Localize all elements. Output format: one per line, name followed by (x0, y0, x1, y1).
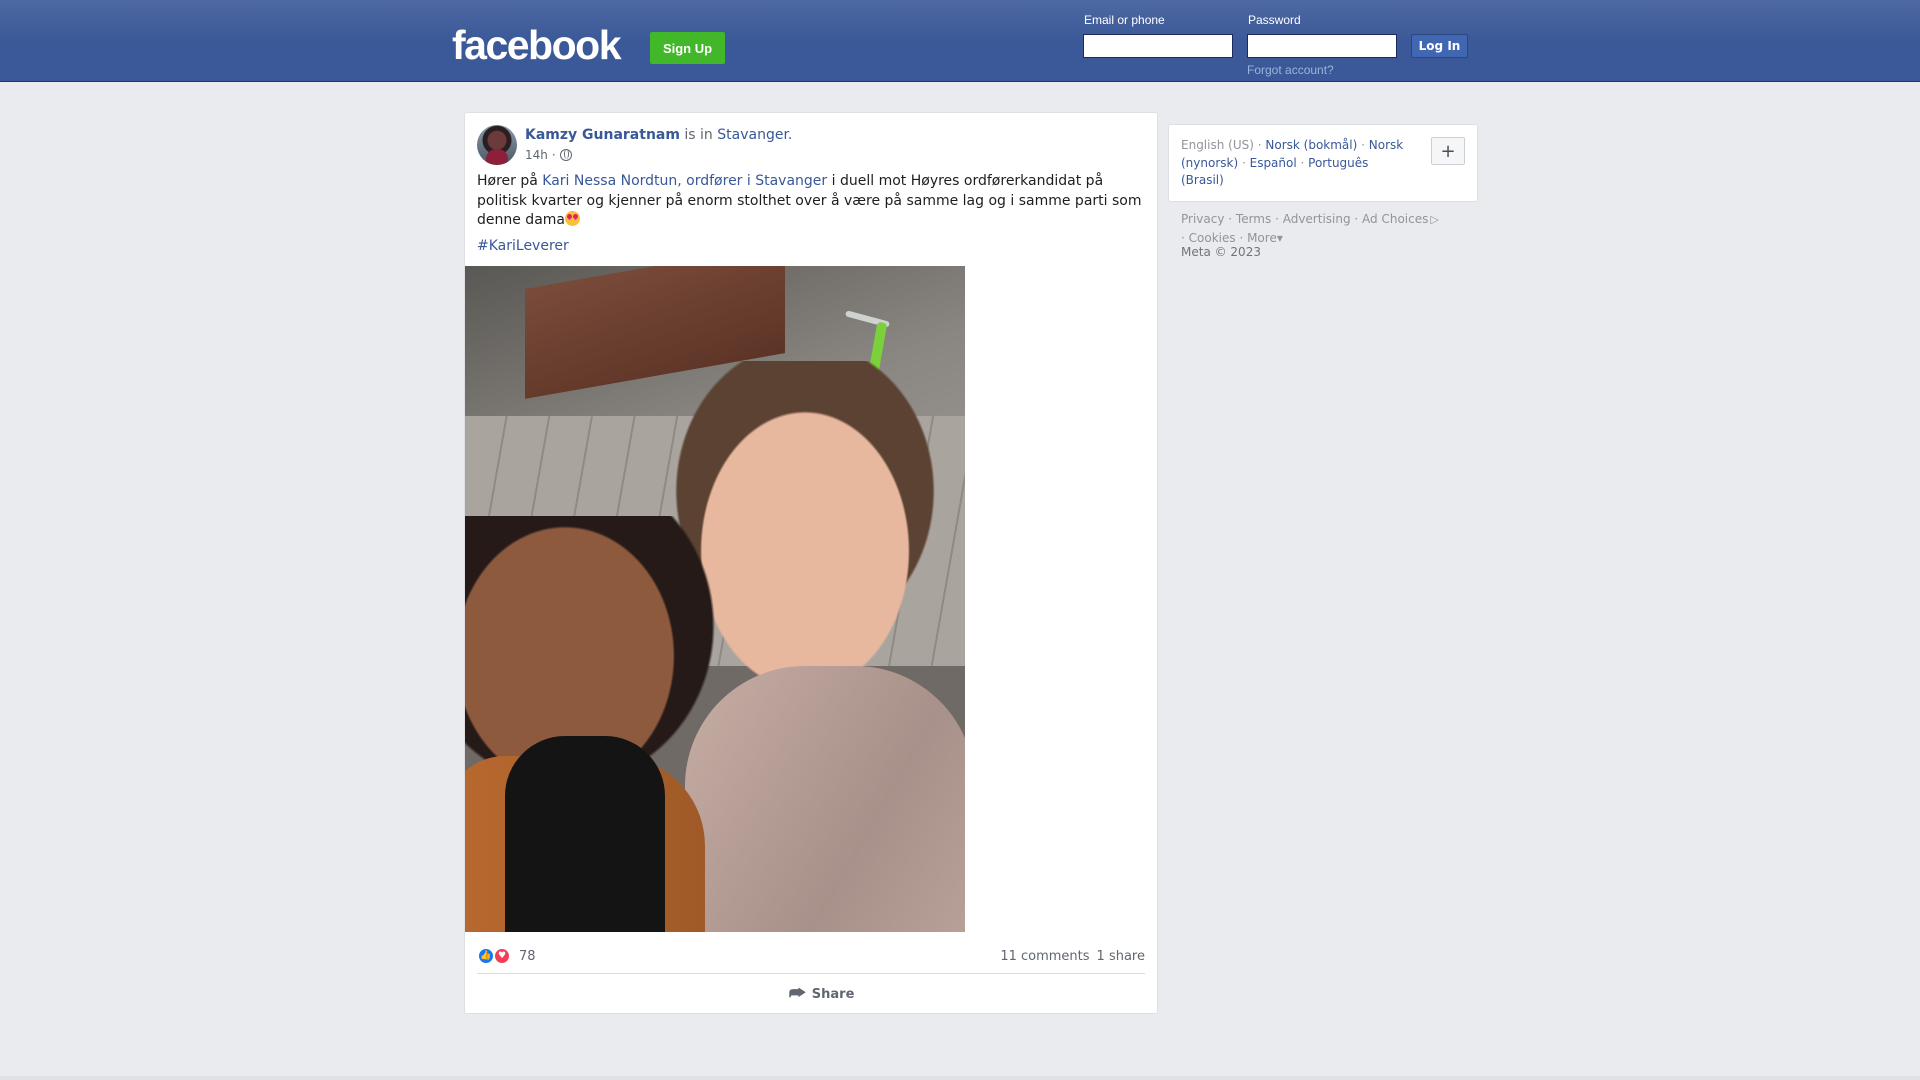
share-arrow-icon: ⮫ (789, 983, 806, 1004)
love-reaction-icon: ♥ (493, 947, 511, 965)
post-meta: 14h · (525, 148, 572, 162)
add-language-button[interactable]: + (1431, 137, 1465, 165)
top-navigation-bar: facebook Sign Up Email or phone Password… (0, 0, 1920, 82)
language-list: English (US) · Norsk (bokmål) · Norsk (n… (1181, 138, 1404, 187)
location-prefix: is in (684, 127, 713, 143)
post-timestamp[interactable]: 14h (525, 148, 548, 162)
footer-link-cookies[interactable]: Cookies (1189, 231, 1236, 245)
email-field[interactable] (1083, 34, 1233, 58)
shares-count-link[interactable]: 1 share (1097, 949, 1145, 964)
language-link-espanol[interactable]: Español (1250, 156, 1297, 170)
facebook-logo[interactable]: facebook (452, 22, 622, 69)
password-label: Password (1248, 13, 1301, 27)
language-selector-box: English (US) · Norsk (bokmål) · Norsk (n… (1168, 124, 1478, 202)
footer-link-advertising[interactable]: Advertising (1283, 212, 1351, 226)
more-caret-icon[interactable]: ▾ (1277, 231, 1283, 245)
star-struck-emoji-icon (565, 211, 580, 226)
password-field[interactable] (1247, 34, 1397, 58)
mention-link[interactable]: Kari Nessa Nordtun, ordfører i Stavanger (542, 173, 827, 189)
post-card: Kamzy Gunaratnam is in Stavanger. 14h · … (464, 112, 1158, 1014)
post-text-before: Hører på (477, 173, 538, 189)
ad-choices-icon[interactable]: ▷ (1430, 211, 1438, 229)
location-link[interactable]: Stavanger. (717, 127, 792, 143)
footer-links: Privacy · Terms · Advertising · Ad Choic… (1181, 211, 1439, 245)
sign-up-button[interactable]: Sign Up (650, 32, 725, 64)
author-avatar[interactable] (477, 125, 517, 165)
footer-link-ad-choices[interactable]: Ad Choices (1362, 212, 1428, 226)
copyright-text: Meta © 2023 (1181, 245, 1261, 259)
post-divider (477, 973, 1145, 974)
footer-link-privacy[interactable]: Privacy (1181, 212, 1224, 226)
language-link-norsk-bokmal[interactable]: Norsk (bokmål) (1265, 138, 1357, 152)
footer-link-terms[interactable]: Terms (1236, 212, 1271, 226)
post-photo[interactable] (465, 266, 965, 932)
post-text: Hører på Kari Nessa Nordtun, ordfører i … (477, 172, 1147, 231)
forgot-account-link[interactable]: Forgot account? (1247, 63, 1334, 77)
email-label: Email or phone (1084, 13, 1165, 27)
reactions-summary[interactable]: 👍 ♥ 78 (477, 947, 536, 965)
log-in-button[interactable]: Log In (1411, 34, 1468, 58)
current-language: English (US) (1181, 138, 1254, 152)
reaction-count: 78 (519, 948, 536, 964)
share-button[interactable]: ⮫ Share (789, 982, 854, 1006)
engagement-counts: 11 comments 1 share (1000, 949, 1145, 964)
globe-icon[interactable] (559, 149, 572, 161)
footer-link-more[interactable]: More (1247, 231, 1277, 245)
author-name-link[interactable]: Kamzy Gunaratnam (525, 127, 680, 143)
bottom-strip (0, 1076, 1920, 1080)
meta-separator: · (551, 148, 556, 162)
share-label: Share (811, 986, 855, 1002)
post-header: Kamzy Gunaratnam is in Stavanger. (525, 127, 792, 143)
comments-count-link[interactable]: 11 comments (1000, 949, 1089, 964)
hashtag-link[interactable]: #KariLeverer (477, 238, 569, 254)
